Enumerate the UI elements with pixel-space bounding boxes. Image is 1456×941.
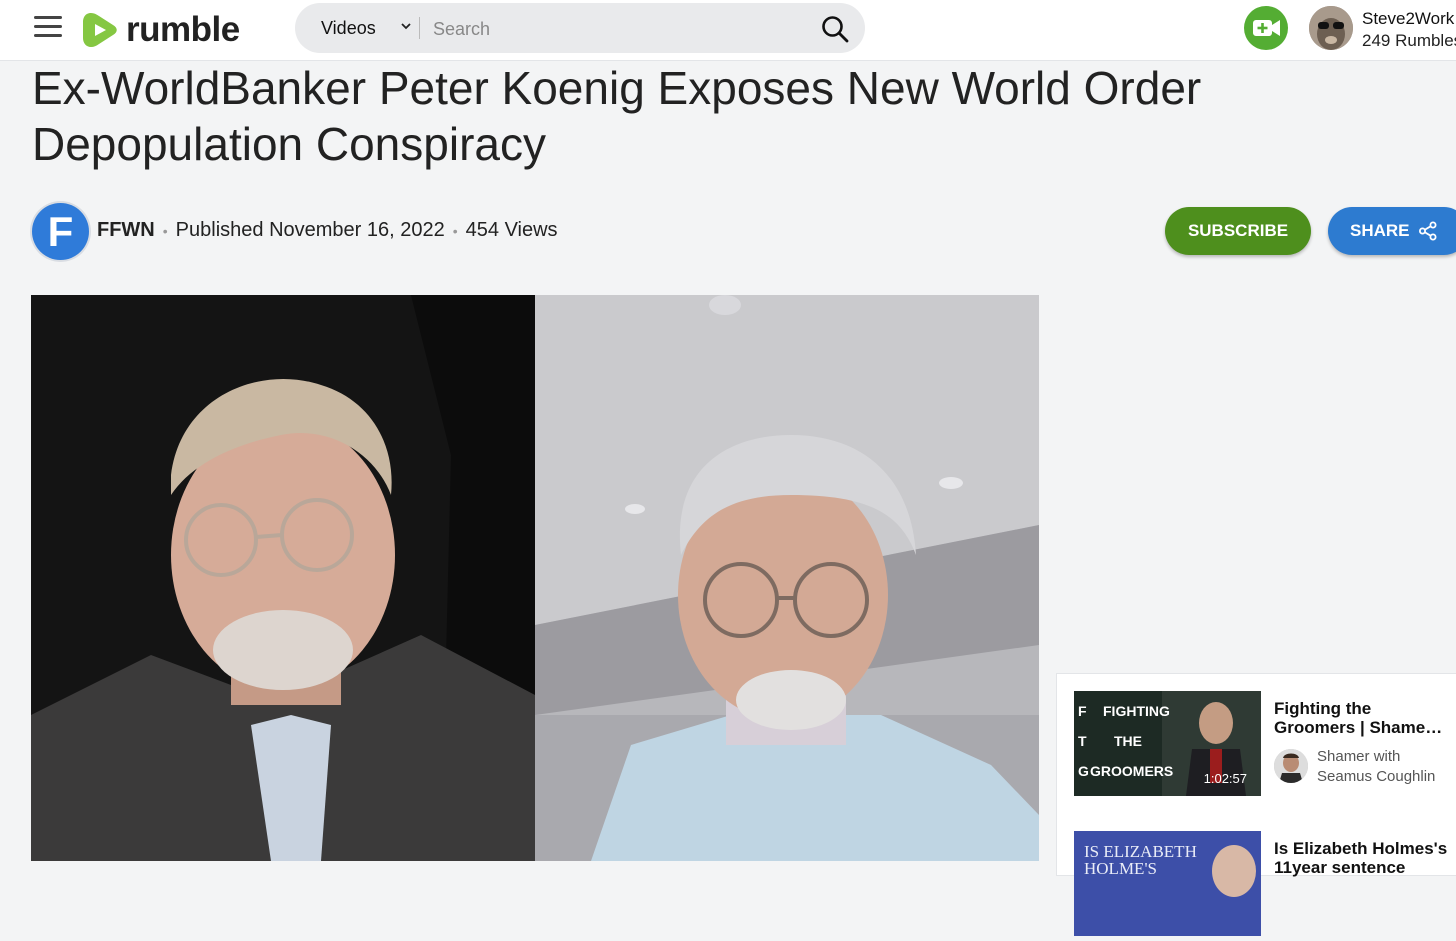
search-divider bbox=[419, 17, 420, 39]
thumbnail-image: IS ELIZABETH HOLME'S bbox=[1074, 831, 1261, 936]
view-count: 454 Views bbox=[465, 219, 558, 241]
search-icon[interactable] bbox=[820, 14, 850, 44]
search-bar: Videos bbox=[295, 3, 865, 53]
thumb-text-2: HOLME'S bbox=[1084, 859, 1157, 878]
meta-separator: • bbox=[452, 222, 458, 239]
video-title: Ex-WorldBanker Peter Koenig Exposes New … bbox=[32, 62, 1202, 170]
related-videos-panel: F T G FIGHTING THE GROOMERS 1:02:57 Figh… bbox=[1056, 673, 1456, 936]
share-button[interactable]: SHARE bbox=[1328, 207, 1456, 255]
rumble-logo[interactable]: rumble bbox=[82, 8, 240, 52]
svg-text:F: F bbox=[1078, 703, 1087, 719]
channel-name[interactable]: FFWN bbox=[97, 219, 155, 241]
related-video-thumbnail[interactable]: IS ELIZABETH HOLME'S bbox=[1074, 831, 1261, 936]
top-header: rumble Videos Steve2Work 249 Rumble bbox=[0, 0, 1456, 61]
related-video-item[interactable]: F T G FIGHTING THE GROOMERS 1:02:57 Figh… bbox=[1074, 691, 1454, 801]
search-input[interactable] bbox=[431, 11, 815, 47]
video-meta: FFWN • Published November 16, 2022 • 454 Vie… bbox=[97, 219, 558, 242]
video-duration: 1:02:57 bbox=[1203, 771, 1247, 786]
user-avatar[interactable] bbox=[1309, 6, 1353, 50]
thumb-text-1: FIGHTING bbox=[1103, 703, 1170, 719]
related-video-title[interactable]: Is Elizabeth Holmes's 11year sentence bbox=[1274, 839, 1454, 877]
share-icon bbox=[1419, 221, 1437, 241]
subscribe-button[interactable]: SUBSCRIBE bbox=[1165, 207, 1311, 255]
video-player[interactable] bbox=[31, 295, 1039, 861]
svg-text:G: G bbox=[1078, 763, 1089, 779]
related-channel-name[interactable]: Shamer with Seamus Coughlin bbox=[1317, 747, 1456, 787]
menu-icon[interactable] bbox=[34, 16, 62, 40]
chevron-down-icon[interactable] bbox=[399, 19, 413, 33]
related-channel-avatar[interactable] bbox=[1274, 749, 1308, 783]
user-name[interactable]: Steve2Work bbox=[1362, 9, 1454, 29]
svg-text:T: T bbox=[1078, 733, 1087, 749]
video-frame-image bbox=[31, 295, 1039, 861]
share-label: SHARE bbox=[1350, 221, 1410, 240]
thumb-text-3: GROOMERS bbox=[1090, 763, 1173, 779]
publish-date: Published November 16, 2022 bbox=[175, 219, 445, 241]
search-category-select[interactable]: Videos bbox=[321, 3, 376, 53]
thumb-text-2: THE bbox=[1114, 733, 1142, 749]
meta-separator: • bbox=[162, 222, 168, 239]
related-video-thumbnail[interactable]: F T G FIGHTING THE GROOMERS 1:02:57 bbox=[1074, 691, 1261, 796]
rumble-logo-icon bbox=[83, 13, 117, 47]
user-rumbles-count: 249 Rumbles bbox=[1362, 31, 1456, 50]
related-video-title[interactable]: Fighting the Groomers | Shame… bbox=[1274, 699, 1454, 737]
logo-text: rumble bbox=[126, 10, 240, 49]
channel-avatar[interactable]: F bbox=[32, 203, 89, 260]
related-video-item[interactable]: IS ELIZABETH HOLME'S Is Elizabeth Holmes… bbox=[1074, 831, 1454, 941]
video-upload-icon[interactable] bbox=[1244, 6, 1288, 50]
